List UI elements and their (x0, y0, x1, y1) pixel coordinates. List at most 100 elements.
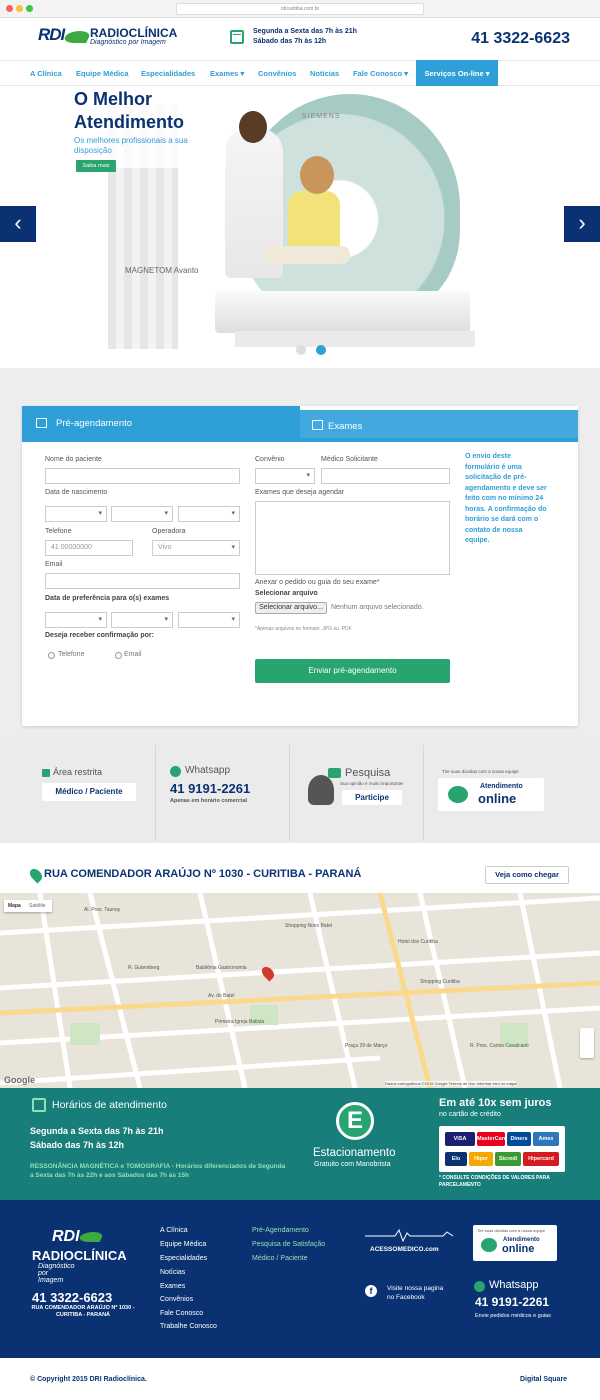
checkbox-icon (312, 420, 323, 430)
pref-month-select[interactable] (111, 612, 173, 628)
footer-link-noticias[interactable]: Notícias (160, 1269, 185, 1276)
patient-name-input[interactable] (45, 468, 240, 484)
footer-whatsapp-number[interactable]: 41 9191-2261 (475, 1295, 549, 1309)
footer-link-pesquisa[interactable]: Pesquisa de Satisfação (252, 1241, 325, 1248)
tab-exames[interactable]: Exames (300, 410, 578, 440)
footer-link-fale-conosco[interactable]: Fale Conosco (160, 1310, 203, 1317)
pref-year-select[interactable] (178, 612, 240, 628)
map-type-satellite[interactable]: Satélite (29, 900, 46, 912)
person-icon (308, 775, 334, 805)
phone-input[interactable]: 41 00000000 (45, 540, 133, 556)
carrier-select[interactable]: Vivo (152, 540, 240, 556)
online-big: online (478, 791, 517, 806)
birth-year-select[interactable] (178, 506, 240, 522)
logo[interactable]: RDI RADIOCLÍNICA Diagnóstico por Imagem (38, 25, 178, 50)
footer-link-medico-paciente[interactable]: Médico / Paciente (252, 1255, 308, 1262)
minimize-window-icon[interactable] (16, 5, 23, 12)
insurance-select[interactable] (255, 468, 315, 484)
nav-item-convenios[interactable]: Convênios (258, 61, 296, 86)
header-hours-saturday: Sábado das 7h às 12h (253, 38, 327, 45)
online-small: Atendimento (480, 783, 523, 790)
footer-link-clinica[interactable]: A Clínica (160, 1227, 188, 1234)
footer-link-pre-agendamento[interactable]: Pré-Agendamento (252, 1227, 309, 1234)
hero-description: Os melhores profissionais a sua disposiç… (74, 136, 188, 155)
map-zoom-control[interactable] (580, 1028, 594, 1058)
directions-button[interactable]: Veja como chegar (485, 866, 569, 884)
hero-saiba-mais-button[interactable]: Saiba mais (76, 160, 116, 172)
email-label: Email (45, 561, 63, 568)
nav-item-clinica[interactable]: A Clínica (30, 61, 62, 86)
birth-month-select[interactable] (111, 506, 173, 522)
google-map[interactable]: Al. Pres. Taunay R. Gutemberg Shopping N… (0, 893, 600, 1088)
radio-telefone[interactable] (48, 652, 55, 659)
doctor-input[interactable] (321, 468, 450, 484)
browser-toolbar: rdicuritiba.com.br (0, 0, 600, 18)
submit-pre-agendamento-button[interactable]: Enviar pré-agendamento (255, 659, 450, 683)
footer-link-especialidades[interactable]: Especialidades (160, 1255, 207, 1262)
carousel-prev-button[interactable]: ‹ (0, 206, 36, 242)
close-window-icon[interactable] (6, 5, 13, 12)
nav-item-noticias[interactable]: Notícias (310, 61, 339, 86)
parking-subtitle: Gratuito com Manobrista (314, 1161, 391, 1168)
email-input[interactable] (45, 573, 240, 589)
footer-phone[interactable]: 41 3322-6623 (32, 1290, 112, 1305)
map-label-9: R. Pres. Carlos Cavalcanti (470, 1043, 529, 1049)
address-bar[interactable]: rdicuritiba.com.br (176, 3, 424, 15)
installments-subtitle: no cartão de crédito (439, 1111, 501, 1118)
nav-item-especialidades[interactable]: Especialidades (141, 61, 195, 86)
participe-button[interactable]: Participe (342, 790, 402, 805)
footer-whatsapp-note: Envie pedidos médicos e guias (475, 1313, 551, 1319)
radio-email[interactable] (115, 652, 122, 659)
footer-online-support-button[interactable]: Tire suas dúvidas com a nossa equipe Ate… (473, 1225, 557, 1261)
select-file-button[interactable]: Selecionar arquivo... (255, 602, 327, 614)
hiper-card-icon: Hiper (469, 1152, 493, 1166)
birth-day-select[interactable] (45, 506, 107, 522)
select-file-label: Selecionar arquivo (255, 590, 318, 597)
footer-link-convenios[interactable]: Convênios (160, 1296, 193, 1303)
online-support-button[interactable]: Atendimento online (438, 778, 544, 811)
facebook-icon[interactable]: f (365, 1285, 377, 1297)
logo-name: RADIOCLÍNICA (90, 26, 178, 40)
tab-pre-agendamento[interactable]: Pré-agendamento (22, 406, 300, 438)
hours-week: Segunda a Sexta das 7h às 21h (30, 1126, 164, 1136)
nav-item-equipe[interactable]: Equipe Médica (76, 61, 129, 86)
medico-paciente-button[interactable]: Médico / Paciente (42, 783, 136, 801)
footer-link-exames[interactable]: Exames (160, 1283, 185, 1290)
acesso-medico-link[interactable]: ACESSOMEDICO.com (370, 1246, 439, 1253)
chat-icon (448, 786, 468, 803)
map-type-map[interactable]: Mapa (8, 900, 21, 912)
carousel-dot-1[interactable] (296, 345, 306, 355)
nav-item-servicos-online[interactable]: Serviços On-line ▾ (416, 60, 498, 87)
nav-item-fale-conosco[interactable]: Fale Conosco ▾ (353, 61, 408, 86)
facebook-text-1[interactable]: Visite nossa pagina (387, 1285, 443, 1292)
nav-item-exames[interactable]: Exames ▾ (210, 61, 244, 86)
map-label-2: R. Gutemberg (128, 965, 160, 971)
carousel-dot-2-active[interactable] (316, 345, 326, 355)
footer-address: RUA COMENDADOR ARAÚJO Nº 1030 - CURITIBA… (31, 1305, 135, 1318)
exams-textarea[interactable] (255, 501, 450, 575)
scanner-table-base (235, 331, 475, 347)
pref-day-select[interactable] (45, 612, 107, 628)
footer-link-trabalhe-conosco[interactable]: Trabalhe Conosco (160, 1323, 217, 1330)
map-label-6: Primeira Igreja Batista (215, 1019, 265, 1025)
scanner-brand: SIEMENS (302, 113, 341, 120)
facebook-text-2[interactable]: no Facebook (387, 1294, 425, 1301)
elo-card-icon: Elo (445, 1152, 467, 1166)
diners-card-icon: Diners (507, 1132, 531, 1146)
visa-card-icon: VISA (445, 1132, 475, 1146)
map-label-5: Av. do Batel (208, 993, 235, 999)
location-pin-icon (27, 866, 45, 884)
birth-date-label: Data de nascimento (45, 489, 108, 496)
footer-chat-icon (481, 1238, 497, 1252)
carousel-next-button[interactable]: › (564, 206, 600, 242)
footer-link-equipe[interactable]: Equipe Médica (160, 1241, 206, 1248)
map-type-control[interactable]: Mapa Satélite (4, 900, 52, 912)
header-phone[interactable]: 41 3322-6623 (471, 30, 570, 48)
maximize-window-icon[interactable] (26, 5, 33, 12)
developer-credit[interactable]: Digital Square (520, 1376, 567, 1383)
footer-logo-name: RADIOCLÍNICA (32, 1248, 127, 1263)
survey-label: Pesquisa (345, 767, 391, 779)
exams-label: Exames que deseja agendar (255, 489, 345, 496)
whatsapp-number[interactable]: 41 9191-2261 (170, 781, 250, 796)
map-label-1: Al. Pres. Taunay (84, 907, 121, 913)
